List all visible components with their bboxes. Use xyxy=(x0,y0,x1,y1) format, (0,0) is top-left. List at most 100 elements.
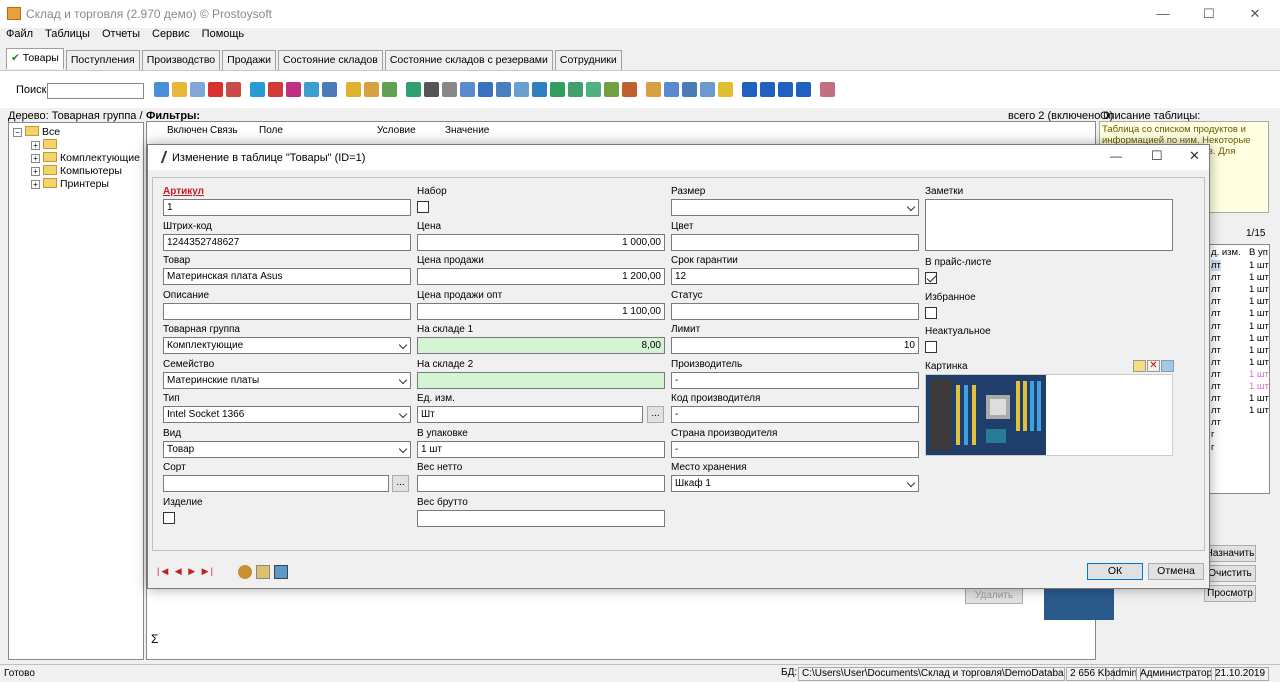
maximize-button[interactable]: ☐ xyxy=(1186,0,1232,28)
word-icon[interactable] xyxy=(532,82,547,97)
filter-clear-icon[interactable] xyxy=(286,82,301,97)
print-icon[interactable] xyxy=(442,82,457,97)
dialog-close-button[interactable]: ✕ xyxy=(1189,148,1200,164)
filter-settings-icon[interactable] xyxy=(322,82,337,97)
expand-icon[interactable]: + xyxy=(31,167,40,176)
barcode-input[interactable]: 1244352748627 xyxy=(163,234,411,251)
expand-icon[interactable]: + xyxy=(31,154,40,163)
dialog-minimize-button[interactable]: — xyxy=(1110,149,1122,163)
tree-item-empty[interactable]: + xyxy=(31,139,60,151)
last-record-icon[interactable] xyxy=(796,82,811,97)
tree-item-all[interactable]: − Все xyxy=(13,126,60,138)
tab-receipts[interactable]: Поступления xyxy=(65,50,140,70)
pack-input[interactable]: 1 шт xyxy=(417,441,665,458)
ok-button[interactable]: ОК xyxy=(1087,563,1143,580)
history-icon[interactable] xyxy=(256,565,270,579)
lightning-icon[interactable] xyxy=(718,82,733,97)
product-input[interactable]: Материнская плата Asus xyxy=(163,268,411,285)
filter-active-icon[interactable] xyxy=(346,82,361,97)
unit-browse-button[interactable]: ... xyxy=(647,406,664,423)
view-button[interactable]: Просмотр xyxy=(1204,585,1256,602)
picture-zoom-icon[interactable] xyxy=(1161,360,1174,372)
dialog-next-icon[interactable]: ▶ xyxy=(188,566,197,576)
article-input[interactable]: 1 xyxy=(163,199,411,216)
in-pricelist-checkbox[interactable] xyxy=(925,272,937,284)
prev-record-icon[interactable] xyxy=(760,82,775,97)
export-sql-icon[interactable] xyxy=(820,82,835,97)
settings-icon[interactable] xyxy=(700,82,715,97)
notes-textarea[interactable] xyxy=(925,199,1173,251)
manufacturer-input[interactable]: - xyxy=(671,372,919,389)
tab-warehouse-state[interactable]: Состояние складов xyxy=(278,50,383,70)
delete-button[interactable]: Удалить xyxy=(965,587,1023,604)
collapse-icon[interactable]: − xyxy=(13,128,22,137)
sort-browse-button[interactable]: ... xyxy=(392,475,409,492)
set-checkbox[interactable] xyxy=(417,201,429,213)
menu-service[interactable]: Сервис xyxy=(152,28,190,40)
warranty-input[interactable]: 12 xyxy=(671,268,919,285)
excel-import-icon[interactable] xyxy=(586,82,601,97)
expand-icon[interactable]: + xyxy=(31,141,40,150)
excel-icon[interactable] xyxy=(550,82,565,97)
filter-edit-icon[interactable] xyxy=(304,82,319,97)
net-weight-input[interactable] xyxy=(417,475,665,492)
unit-input[interactable]: Шт xyxy=(417,406,643,423)
preview-icon[interactable] xyxy=(460,82,475,97)
tab-sales[interactable]: Продажи xyxy=(222,50,277,70)
menu-file[interactable]: Файл xyxy=(6,28,33,40)
tab-production[interactable]: Производство xyxy=(141,50,221,70)
report-icon[interactable] xyxy=(274,565,288,579)
dialog-maximize-button[interactable]: ☐ xyxy=(1151,148,1163,164)
tab-warehouse-reserves[interactable]: Состояние складов с резервами xyxy=(384,50,553,70)
dialog-last-icon[interactable]: ▶| xyxy=(202,566,215,576)
excel-export-icon[interactable] xyxy=(568,82,583,97)
color-input[interactable] xyxy=(671,234,919,251)
dialog-prev-icon[interactable]: ◀ xyxy=(175,566,184,576)
limit-input[interactable]: 10 xyxy=(671,337,919,354)
filter-icon[interactable] xyxy=(250,82,265,97)
group-select[interactable]: Комплектующие xyxy=(163,337,411,354)
tree-item-computers[interactable]: + Компьютеры xyxy=(31,165,122,177)
wholesale-price-input[interactable]: 1 100,00 xyxy=(417,303,665,320)
close-button[interactable]: ✕ xyxy=(1232,0,1278,28)
expand-icon[interactable]: + xyxy=(31,180,40,189)
import-icon[interactable] xyxy=(496,82,511,97)
delete-icon[interactable] xyxy=(208,82,223,97)
picture-add-icon[interactable] xyxy=(1133,360,1146,372)
tab-products[interactable]: ✔ Товары xyxy=(6,48,64,69)
description-input[interactable] xyxy=(163,303,411,320)
globe-icon[interactable] xyxy=(238,565,252,579)
minimize-button[interactable]: — xyxy=(1140,0,1186,28)
search-input[interactable] xyxy=(47,83,144,99)
export-icon[interactable] xyxy=(478,82,493,97)
sql-icon[interactable] xyxy=(382,82,397,97)
manufacturer-code-input[interactable]: - xyxy=(671,406,919,423)
first-record-icon[interactable] xyxy=(742,82,757,97)
delete-all-icon[interactable] xyxy=(226,82,241,97)
gross-weight-input[interactable] xyxy=(417,510,665,527)
refresh-icon[interactable] xyxy=(406,82,421,97)
chart-grid-icon[interactable] xyxy=(514,82,529,97)
tree-item-components[interactable]: + Комплектующие xyxy=(31,152,140,164)
next-record-icon[interactable] xyxy=(778,82,793,97)
dialog-first-icon[interactable]: |◀ xyxy=(157,566,170,576)
size-select[interactable] xyxy=(671,199,919,216)
stock2-input[interactable] xyxy=(417,372,665,389)
clear-button[interactable]: Очистить xyxy=(1204,565,1256,582)
find-icon[interactable] xyxy=(424,82,439,97)
item-checkbox[interactable] xyxy=(163,512,175,524)
tab-employees[interactable]: Сотрудники xyxy=(554,50,622,70)
stock1-input[interactable]: 8,00 xyxy=(417,337,665,354)
picture-remove-icon[interactable]: ✕ xyxy=(1147,360,1160,372)
sort-icon[interactable] xyxy=(664,82,679,97)
columns-icon[interactable] xyxy=(682,82,697,97)
document-icon[interactable] xyxy=(646,82,661,97)
kind-select[interactable]: Товар xyxy=(163,441,411,458)
sort-input[interactable] xyxy=(163,475,389,492)
cancel-button[interactable]: Отмена xyxy=(1148,563,1204,580)
add-icon[interactable] xyxy=(154,82,169,97)
type-select[interactable]: Intel Socket 1366 xyxy=(163,406,411,423)
price-input[interactable]: 1 000,00 xyxy=(417,234,665,251)
country-input[interactable]: - xyxy=(671,441,919,458)
assign-button[interactable]: Назначить xyxy=(1204,545,1256,562)
